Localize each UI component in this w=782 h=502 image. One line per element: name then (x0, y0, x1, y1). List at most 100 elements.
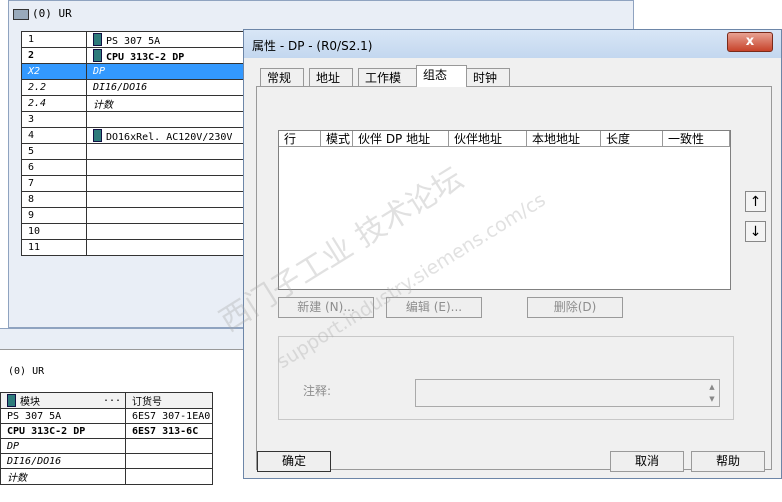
detail-order-cell (125, 438, 213, 454)
rack-module-cell[interactable]: DI16/DO16 (86, 79, 257, 96)
cancel-button[interactable]: 取消 (610, 451, 684, 472)
rack-slot-number: 2.4 (21, 95, 87, 112)
detail-row[interactable]: DP (0, 438, 213, 454)
rack-module-label: DP (93, 66, 106, 77)
rack-table: 1 PS 307 5A 2 CPU 313C-2 DP X2 DP 2.2 DI16/DO16… (21, 31, 257, 256)
rack-module-cell[interactable]: DP (86, 63, 257, 80)
rack-slot-number: 6 (21, 159, 87, 176)
new-button[interactable]: 新建 (N)... (278, 297, 374, 318)
rack-slot-number: 9 (21, 207, 87, 224)
configuration-table[interactable]: 行 模式 伙伴 DP 地址 伙伴地址 本地地址 长度 一致性 (278, 130, 731, 290)
rack-module-cell[interactable] (86, 223, 257, 240)
rack-row[interactable]: 2.4 计数 (21, 95, 257, 112)
detail-module-cell: DI16/DO16 (0, 453, 126, 469)
detail-title: (0) UR (8, 366, 45, 377)
module-icon (93, 128, 102, 142)
scroll-up-icon[interactable]: ▲ (707, 382, 717, 393)
column-mode[interactable]: 模式 (321, 131, 353, 147)
rack-module-cell[interactable]: PS 307 5A (86, 31, 257, 48)
rack-slot-number: 1 (21, 31, 87, 48)
comment-field[interactable]: ▲ ▼ (415, 379, 720, 407)
tab-operating-mode[interactable]: 工作模式 (358, 68, 418, 103)
arrow-down-icon: ↓ (749, 224, 762, 240)
arrow-up-icon: ↑ (749, 194, 762, 210)
rack-module-label: 计数 (93, 100, 113, 111)
rack-slot-number: 3 (21, 111, 87, 128)
detail-row[interactable]: DI16/DO16 (0, 453, 213, 469)
rack-row[interactable]: 3 (21, 111, 257, 128)
module-icon (7, 394, 16, 407)
rack-row[interactable]: X2 DP (21, 63, 257, 80)
tab-address[interactable]: 地址 (309, 68, 353, 86)
rack-row[interactable]: 6 (21, 159, 257, 176)
rack-row[interactable]: 9 (21, 207, 257, 224)
column-order-number[interactable]: 订货号 (125, 392, 213, 409)
dialog-body: 常规 地址 工作模式 组态 时钟 行 模式 伙伴 DP 地址 伙伴地址 本地地址… (250, 58, 775, 470)
detail-table: 模块... 订货号 PS 307 5A 6ES7 307-1EA0 CPU 313C… (0, 392, 213, 485)
detail-row[interactable]: CPU 313C-2 DP 6ES7 313-6C (0, 423, 213, 439)
column-row[interactable]: 行 (279, 131, 321, 147)
properties-dialog: 属性 - DP - (R0/S2.1) x 常规 地址 工作模式 组态 时钟 行… (243, 29, 782, 479)
detail-module-cell: DP (0, 438, 126, 454)
delete-button[interactable]: 删除(D) (527, 297, 623, 318)
edit-button[interactable]: 编辑 (E)... (386, 297, 482, 318)
column-partner-address[interactable]: 伙伴地址 (449, 131, 527, 147)
scroll-down-icon[interactable]: ▼ (707, 394, 717, 405)
rack-slot-number: 5 (21, 143, 87, 160)
ok-button[interactable]: 确定 (257, 451, 331, 472)
rack-slot-number: 2.2 (21, 79, 87, 96)
detail-order-cell: 6ES7 307-1EA0 (125, 408, 213, 424)
detail-module-cell: 计数 (0, 468, 126, 485)
detail-module-cell: PS 307 5A (0, 408, 126, 424)
rack-module-cell[interactable] (86, 191, 257, 208)
rack-slot-number: 8 (21, 191, 87, 208)
rack-row[interactable]: 2 CPU 313C-2 DP (21, 47, 257, 64)
detail-row[interactable]: PS 307 5A 6ES7 307-1EA0 (0, 408, 213, 424)
rack-module-cell[interactable]: CPU 313C-2 DP (86, 47, 257, 64)
comment-label: 注释: (303, 384, 332, 398)
detail-row[interactable]: 计数 (0, 468, 213, 485)
column-module[interactable]: 模块... (0, 392, 126, 409)
detail-order-cell (125, 468, 213, 485)
tab-configuration[interactable]: 组态 (416, 65, 467, 87)
rack-module-cell[interactable] (86, 239, 257, 256)
rack-module-cell[interactable]: DO16xRel. AC120V/230V (86, 127, 257, 144)
rack-module-label: PS 307 5A (106, 35, 161, 47)
rack-module-cell[interactable] (86, 207, 257, 224)
rack-row[interactable]: 4 DO16xRel. AC120V/230V (21, 127, 257, 144)
rack-row[interactable]: 5 (21, 143, 257, 160)
rack-module-cell[interactable] (86, 111, 257, 128)
detail-module-cell: CPU 313C-2 DP (0, 423, 126, 439)
column-local-address[interactable]: 本地地址 (527, 131, 601, 147)
rack-row[interactable]: 8 (21, 191, 257, 208)
rack-module-cell[interactable] (86, 143, 257, 160)
rack-module-cell[interactable] (86, 159, 257, 176)
help-button[interactable]: 帮助 (691, 451, 765, 472)
close-icon[interactable]: x (727, 32, 773, 52)
rack-slot-number: 11 (21, 239, 87, 256)
column-consistency[interactable]: 一致性 (663, 131, 730, 147)
rack-slot-number: X2 (21, 63, 87, 80)
rack-row[interactable]: 10 (21, 223, 257, 240)
move-up-button[interactable]: ↑ (745, 191, 766, 212)
rack-module-label: DO16xRel. AC120V/230V (106, 131, 233, 143)
rack-slot-number: 7 (21, 175, 87, 192)
rack-module-cell[interactable] (86, 175, 257, 192)
tab-clock[interactable]: 时钟 (466, 68, 510, 86)
rack-module-cell[interactable]: 计数 (86, 95, 257, 112)
tab-general[interactable]: 常规 (260, 68, 304, 86)
rack-slot-number: 2 (21, 47, 87, 64)
move-down-button[interactable]: ↓ (745, 221, 766, 242)
column-length[interactable]: 长度 (601, 131, 663, 147)
rack-module-label: CPU 313C-2 DP (106, 51, 185, 63)
rack-row[interactable]: 2.2 DI16/DO16 (21, 79, 257, 96)
column-partner-dp-address[interactable]: 伙伴 DP 地址 (353, 131, 449, 147)
detail-header-bar (0, 329, 250, 350)
comment-group: 注释: ▲ ▼ (278, 336, 734, 420)
rack-row[interactable]: 1 PS 307 5A (21, 31, 257, 48)
rack-row[interactable]: 7 (21, 175, 257, 192)
configuration-panel: 行 模式 伙伴 DP 地址 伙伴地址 本地地址 长度 一致性 ↑ ↓ 新建 (N… (256, 86, 772, 470)
dialog-titlebar[interactable]: 属性 - DP - (R0/S2.1) x (244, 30, 781, 58)
rack-icon (13, 8, 29, 20)
rack-row[interactable]: 11 (21, 239, 257, 256)
